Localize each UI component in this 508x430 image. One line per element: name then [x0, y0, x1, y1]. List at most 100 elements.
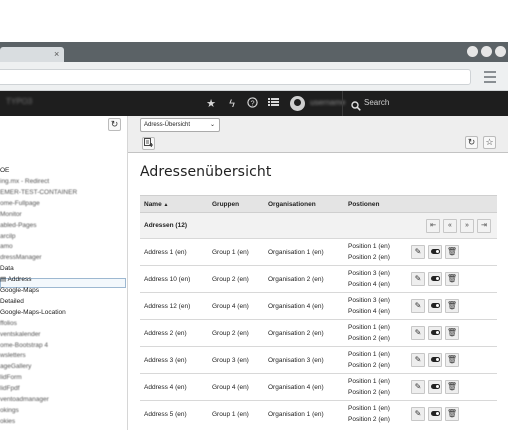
delete-trash-icon[interactable]: 🗑	[445, 407, 459, 422]
tree-item[interactable]: amo	[0, 241, 13, 252]
cell-name[interactable]: Address 2 (en)	[140, 319, 208, 347]
table-row[interactable]: Address 12 (en) Group 4 (en) Organisation …	[140, 292, 497, 320]
folder-icon: ▤	[0, 276, 8, 284]
toggle-visibility-icon[interactable]	[428, 380, 442, 394]
cell-name[interactable]: Address 5 (en)	[140, 400, 208, 428]
tree-item-label: okies	[0, 417, 16, 425]
edit-icon[interactable]: ✎	[411, 245, 425, 259]
tree-item[interactable]: ing.mx - Redirect	[0, 176, 49, 187]
tree-item[interactable]: ffolios	[0, 318, 17, 329]
cell-group: Group 1 (en)	[208, 400, 264, 428]
table-row[interactable]: Address 2 (en) Group 2 (en) Organisation 2…	[140, 319, 497, 347]
cell-name[interactable]: Address 3 (en)	[140, 346, 208, 374]
tree-item[interactable]: okies	[0, 416, 15, 427]
cell-organisation: Organisation 1 (en)	[264, 238, 344, 266]
tree-item[interactable]: ome-Bootstrap 4	[0, 340, 48, 351]
tree-item[interactable]: ▤ Address	[0, 274, 31, 285]
delete-trash-icon[interactable]: 🗑	[445, 380, 459, 394]
column-header-groups[interactable]: Gruppen	[208, 195, 264, 213]
tree-item[interactable]: ageGallery	[0, 361, 31, 372]
window-minimize-button[interactable]	[467, 46, 478, 57]
browser-menu-icon[interactable]	[484, 71, 496, 83]
table-row[interactable]: Address 4 (en) Group 4 (en) Organisation 4…	[140, 373, 497, 401]
tree-item[interactable]: abled-Pages	[0, 220, 37, 231]
position-line: Position 3 (en)	[348, 297, 390, 304]
toggle-visibility-icon[interactable]	[428, 299, 442, 313]
tree-item[interactable]: Google-Maps	[0, 285, 39, 296]
delete-trash-icon[interactable]: 🗑	[445, 299, 459, 313]
edit-icon[interactable]: ✎	[411, 272, 425, 286]
tree-item[interactable]: EMER-TEST-CONTAINER	[0, 187, 77, 198]
toggle-visibility-icon[interactable]	[428, 407, 442, 422]
position-line: Position 2 (en)	[348, 362, 390, 369]
table-row[interactable]: Address 1 (en) Group 1 (en) Organisation 1…	[140, 238, 497, 266]
user-avatar-icon[interactable]	[290, 96, 305, 111]
column-label: Name	[144, 200, 162, 208]
cell-name[interactable]: Address 1 (en)	[140, 238, 208, 266]
tree-item[interactable]: lidForm	[0, 372, 22, 383]
delete-trash-icon[interactable]: 🗑	[445, 353, 459, 367]
table-row[interactable]: Address 10 (en) Group 2 (en) Organisation …	[140, 265, 497, 293]
tree-root-label[interactable]: OE	[0, 165, 9, 176]
tree-item[interactable]: Monitor	[0, 209, 22, 220]
cell-group: Group 2 (en)	[208, 319, 264, 347]
toggle-visibility-icon[interactable]	[428, 326, 442, 340]
tree-item[interactable]: arcilp	[0, 231, 16, 242]
new-record-button[interactable]	[142, 137, 155, 150]
column-header-name[interactable]: Name ▲	[140, 195, 208, 213]
tree-item-label: ageGallery	[0, 363, 32, 371]
tab-close-icon[interactable]: ×	[54, 48, 64, 60]
site-logo[interactable]: TYPO3	[6, 97, 36, 109]
cell-name[interactable]: Address 4 (en)	[140, 373, 208, 401]
table-row[interactable]: Address 3 (en) Group 3 (en) Organisation 3…	[140, 346, 497, 374]
table-row[interactable]: Address 5 (en) Group 1 (en) Organisation 1…	[140, 400, 497, 428]
last-page-icon[interactable]: ⇥	[477, 218, 491, 233]
edit-icon[interactable]: ✎	[411, 353, 425, 367]
tree-item[interactable]: Detailed	[0, 296, 24, 307]
delete-trash-icon[interactable]: 🗑	[445, 326, 459, 340]
first-page-icon[interactable]: ⇤	[426, 218, 440, 233]
edit-icon[interactable]: ✎	[411, 326, 425, 340]
username[interactable]: username	[310, 98, 346, 110]
cell-name[interactable]: Address 10 (en)	[140, 265, 208, 293]
delete-trash-icon[interactable]: 🗑	[445, 245, 459, 259]
search-label[interactable]: Search	[364, 98, 389, 107]
tree-item[interactable]: wsletters	[0, 350, 26, 361]
edit-icon[interactable]: ✎	[411, 380, 425, 394]
tree-refresh-button[interactable]: ↻	[108, 118, 121, 131]
edit-icon[interactable]: ✎	[411, 407, 425, 422]
next-page-icon[interactable]: »	[460, 218, 474, 233]
search-icon[interactable]	[351, 98, 361, 111]
toggle-visibility-icon[interactable]	[428, 245, 442, 259]
column-header-positions[interactable]: Postionen	[344, 195, 497, 213]
position-line: Position 2 (en)	[348, 335, 390, 342]
toggle-visibility-icon[interactable]	[428, 353, 442, 367]
tree-item[interactable]: ventoadmanager	[0, 394, 49, 405]
tree-item-label: lidForm	[0, 374, 22, 382]
edit-icon[interactable]: ✎	[411, 299, 425, 313]
toggle-visibility-icon[interactable]	[428, 272, 442, 286]
cell-name[interactable]: Address 12 (en)	[140, 292, 208, 320]
bookmark-star-icon[interactable]: ★	[204, 97, 218, 111]
delete-trash-icon[interactable]: 🗑	[445, 272, 459, 286]
reload-button[interactable]: ↻	[465, 136, 478, 149]
tree-item-label: abled-Pages	[0, 221, 37, 229]
tree-item[interactable]: ventskalender	[0, 329, 40, 340]
module-function-select[interactable]: Adress-Übersicht ⌄	[140, 118, 220, 132]
window-maximize-button[interactable]	[481, 46, 492, 57]
system-info-list-icon[interactable]	[266, 97, 280, 111]
tree-item[interactable]: ome-Fullpage	[0, 198, 40, 209]
tree-item[interactable]: Google-Maps-Location	[0, 307, 66, 318]
help-icon[interactable]: ?	[245, 97, 259, 111]
shortcut-star-button[interactable]: ☆	[483, 136, 496, 149]
column-header-organisations[interactable]: Organisationen	[264, 195, 344, 213]
cell-group: Group 4 (en)	[208, 292, 264, 320]
previous-page-icon[interactable]: «	[443, 218, 457, 233]
tree-item[interactable]: dressManager	[0, 252, 42, 263]
flash-clear-cache-icon[interactable]: ϟ	[225, 97, 239, 111]
tree-item[interactable]: okings	[0, 405, 19, 416]
tree-item[interactable]: lidFpdf	[0, 383, 20, 394]
address-bar[interactable]	[0, 69, 471, 85]
window-close-button[interactable]	[495, 46, 506, 57]
tree-item[interactable]: Data	[0, 263, 14, 274]
